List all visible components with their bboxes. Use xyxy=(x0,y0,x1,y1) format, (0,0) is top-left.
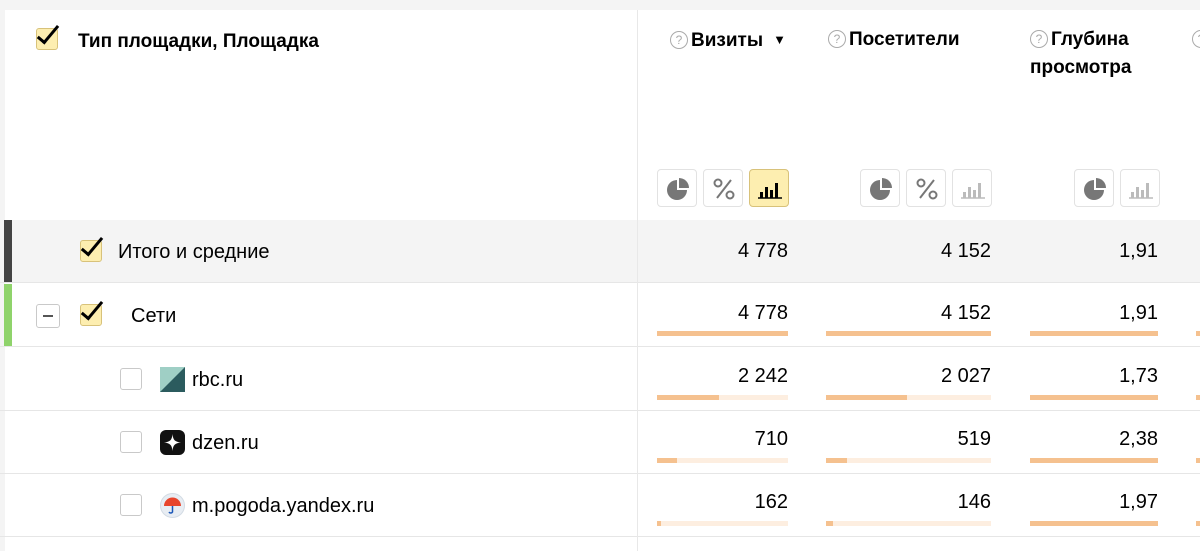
visitors-bar-fill xyxy=(826,521,833,526)
visitors-column-header[interactable]: ? Посетители xyxy=(828,26,960,54)
depth-bar xyxy=(1030,395,1158,400)
percent-icon xyxy=(916,178,938,200)
depth-bar-fill xyxy=(1030,395,1158,400)
visits-value: 162 xyxy=(754,491,788,513)
rbc-favicon-icon xyxy=(160,367,185,392)
bar-chart-icon xyxy=(1129,183,1153,199)
pie-chart-icon xyxy=(1084,178,1106,200)
help-icon[interactable]: ? xyxy=(1030,30,1048,48)
next-bar xyxy=(1196,395,1200,400)
depth-column-header[interactable]: ? Глубина просмотра xyxy=(1030,26,1131,82)
row-checkbox[interactable] xyxy=(120,431,142,453)
table-row[interactable]: rbc.ru 2 242 2 027 1,73 xyxy=(0,348,1200,411)
visits-title: Визиты xyxy=(691,30,764,51)
depth-bar-fill xyxy=(1030,521,1158,526)
visitors-bar-fill xyxy=(826,331,991,336)
depth-value: 1,73 xyxy=(1119,365,1158,387)
depth-bar xyxy=(1030,521,1158,526)
visits-value: 4 778 xyxy=(737,302,788,324)
dimension-title[interactable]: Тип площадки, Площадка xyxy=(78,28,319,56)
collapse-button[interactable] xyxy=(36,304,60,328)
sort-desc-icon[interactable]: ▼ xyxy=(773,32,786,47)
depth-bar xyxy=(1030,331,1158,336)
visitors-value: 4 152 xyxy=(940,302,991,324)
help-icon[interactable]: ? xyxy=(670,31,688,49)
row-label: Сети xyxy=(131,305,177,327)
visitors-bar-fill xyxy=(826,458,848,463)
bars-view-button[interactable] xyxy=(952,169,992,207)
depth-value: 1,91 xyxy=(1119,302,1158,324)
percent-view-button[interactable] xyxy=(906,169,946,207)
percent-view-button[interactable] xyxy=(703,169,743,207)
visitors-value: 2 027 xyxy=(940,365,991,387)
pie-view-button[interactable] xyxy=(657,169,697,207)
visits-column-header[interactable]: ? Визиты ▼ xyxy=(670,26,786,55)
visits-bar xyxy=(657,521,788,526)
visits-bar xyxy=(657,331,788,336)
row-label[interactable]: dzen.ru xyxy=(192,431,259,455)
next-bar xyxy=(1196,521,1200,526)
next-column-header[interactable]: ? xyxy=(1192,26,1200,54)
column-divider xyxy=(637,10,638,551)
depth-bar-fill xyxy=(1030,458,1158,463)
totals-marker xyxy=(4,220,12,282)
visitors-bar xyxy=(826,331,991,336)
pie-chart-icon xyxy=(870,178,892,200)
visits-bar xyxy=(657,458,788,463)
table-row[interactable]: m.pogoda.yandex.ru 162 146 1,97 xyxy=(0,474,1200,537)
row-checkbox[interactable] xyxy=(120,368,142,390)
visitors-value: 146 xyxy=(957,491,991,513)
help-icon[interactable]: ? xyxy=(828,30,846,48)
bar-chart-icon xyxy=(961,183,985,199)
visits-bar-fill xyxy=(657,395,719,400)
visitors-bar xyxy=(826,458,991,463)
visits-bar-fill xyxy=(657,331,788,336)
visitors-bar-fill xyxy=(826,395,907,400)
row-checkbox[interactable] xyxy=(80,240,102,262)
visitors-title: Посетители xyxy=(849,29,960,50)
visitors-bar xyxy=(826,521,991,526)
pie-chart-icon xyxy=(667,178,689,200)
pie-view-button[interactable] xyxy=(1074,169,1114,207)
visits-bar-fill xyxy=(657,521,661,526)
table-header: Тип площадки, Площадка ? Визиты ▼ ? Посетит… xyxy=(0,10,1200,220)
bar-chart-icon xyxy=(758,183,782,199)
depth-bar-fill xyxy=(1030,331,1158,336)
top-strip xyxy=(0,0,1200,10)
visitors-bar xyxy=(826,395,991,400)
group-marker xyxy=(4,284,12,346)
depth-title-line2: просмотра xyxy=(1030,57,1132,78)
visits-value: 710 xyxy=(754,428,788,450)
depth-value: 1,97 xyxy=(1119,491,1158,513)
depth-bar xyxy=(1030,458,1158,463)
select-all-checkbox[interactable] xyxy=(36,28,58,50)
table-row[interactable]: dzen.ru 710 519 2,38 xyxy=(0,411,1200,474)
next-bar xyxy=(1196,331,1200,336)
dzen-favicon-icon xyxy=(160,430,185,455)
visits-bar-fill xyxy=(657,458,677,463)
totals-row: Итого и средние 4 778 4 152 1,91 xyxy=(0,220,1200,283)
depth-value: 1,91 xyxy=(1119,240,1158,262)
help-icon[interactable]: ? xyxy=(1192,30,1200,48)
row-label[interactable]: m.pogoda.yandex.ru xyxy=(192,494,374,518)
percent-icon xyxy=(713,178,735,200)
bars-view-button[interactable] xyxy=(1120,169,1160,207)
row-label: Итого и средние xyxy=(118,241,270,263)
row-checkbox[interactable] xyxy=(80,304,102,326)
row-label[interactable]: rbc.ru xyxy=(192,368,243,392)
group-row[interactable]: Сети 4 778 4 152 1,91 xyxy=(0,284,1200,347)
visits-bar xyxy=(657,395,788,400)
visitors-value: 4 152 xyxy=(940,240,991,262)
next-bar xyxy=(1196,458,1200,463)
bars-view-button[interactable] xyxy=(749,169,789,207)
visits-value: 4 778 xyxy=(737,240,788,262)
row-checkbox[interactable] xyxy=(120,494,142,516)
visits-value: 2 242 xyxy=(737,365,788,387)
visitors-value: 519 xyxy=(957,428,991,450)
depth-value: 2,38 xyxy=(1119,428,1158,450)
pie-view-button[interactable] xyxy=(860,169,900,207)
pogoda-favicon-icon xyxy=(160,493,185,518)
depth-title-line1: Глубина xyxy=(1051,29,1129,50)
